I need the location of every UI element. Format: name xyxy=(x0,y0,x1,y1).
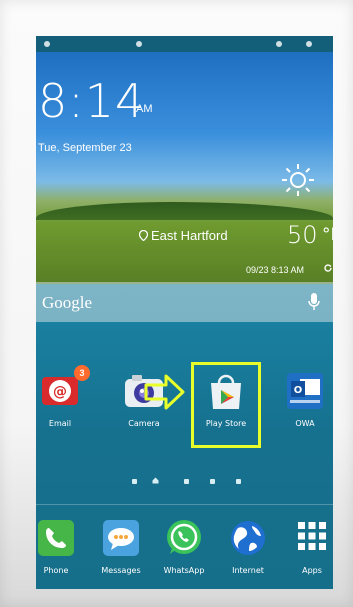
location-pin-icon xyxy=(139,230,148,241)
dock-divider xyxy=(36,504,333,505)
page-dot[interactable] xyxy=(210,479,215,484)
home-page-icon[interactable] xyxy=(152,477,159,484)
app-play-store[interactable]: Play Store xyxy=(196,369,256,439)
messages-icon xyxy=(103,520,139,556)
app-label: Messages xyxy=(101,566,141,575)
app-owa[interactable]: O OWA xyxy=(275,369,333,439)
clock-date: Tue, September 23 xyxy=(38,142,132,154)
app-label: Email xyxy=(48,419,72,428)
clock-ampm: AM xyxy=(136,103,153,115)
page-indicator[interactable] xyxy=(36,476,333,488)
app-internet[interactable]: Internet xyxy=(218,516,278,586)
google-search-label: Google xyxy=(42,293,93,312)
status-icon xyxy=(44,41,50,47)
google-search-bar[interactable]: Google xyxy=(36,282,333,322)
app-label: Camera xyxy=(128,419,160,428)
app-label: Apps xyxy=(302,566,322,575)
page-dot[interactable] xyxy=(184,479,189,484)
globe-icon xyxy=(231,521,265,555)
apps-grid-icon xyxy=(298,522,326,550)
clock-time: 8:14 xyxy=(38,74,146,128)
phone-icon xyxy=(38,520,74,556)
sun-icon xyxy=(282,164,314,196)
status-icon xyxy=(136,41,142,47)
app-label: Play Store xyxy=(205,419,247,428)
weather-updated-time: 09/23 8:13 AM xyxy=(246,265,305,275)
outlook-web-app-icon: O xyxy=(287,373,323,409)
status-bar xyxy=(36,36,333,52)
refresh-icon[interactable] xyxy=(323,263,333,273)
app-apps[interactable]: Apps xyxy=(282,516,333,586)
weather-location-label: East Hartford xyxy=(151,228,228,243)
status-icon xyxy=(306,41,312,47)
page-dot[interactable] xyxy=(132,479,137,484)
app-label: Phone xyxy=(43,566,69,575)
tree-line xyxy=(36,202,333,220)
arrow-right-icon xyxy=(144,374,185,410)
app-label: OWA xyxy=(295,419,315,428)
status-icon xyxy=(276,41,282,47)
phone-screen: 8:14 AM Tue, September 23 East Hartford … xyxy=(36,36,333,589)
app-whatsapp[interactable]: WhatsApp xyxy=(154,516,214,586)
page-dot[interactable] xyxy=(236,479,241,484)
notification-badge: 3 xyxy=(74,365,90,381)
app-phone[interactable]: Phone xyxy=(36,516,86,586)
svg-text:O: O xyxy=(294,385,303,396)
weather-temperature-unit: °F xyxy=(322,225,333,245)
weather-location: East Hartford xyxy=(139,228,228,243)
weather-temperature: 50 xyxy=(287,221,318,249)
mic-icon[interactable] xyxy=(307,292,321,312)
play-store-icon xyxy=(211,374,241,409)
whatsapp-icon xyxy=(167,520,201,554)
app-messages[interactable]: Messages xyxy=(91,516,151,586)
svg-text:@: @ xyxy=(53,384,67,400)
app-label: WhatsApp xyxy=(163,566,205,575)
app-label: Internet xyxy=(232,566,264,575)
